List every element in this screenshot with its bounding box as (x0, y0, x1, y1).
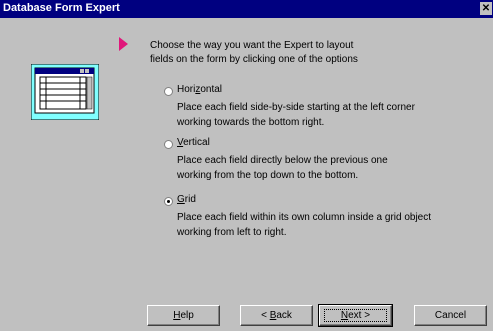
window-title: Database Form Expert (3, 2, 120, 14)
option-vertical-description: Place each field directly below the prev… (177, 155, 388, 181)
pointer-arrow-icon (119, 37, 128, 51)
cancel-button[interactable]: Cancel (414, 305, 487, 326)
option-vertical-label[interactable]: Vertical (177, 137, 210, 148)
option-grid-description: Place each field within its own column i… (177, 212, 432, 238)
radio-grid[interactable] (164, 197, 173, 206)
instruction-text: Choose the way you want the Expert to la… (150, 39, 420, 67)
close-button[interactable]: ✕ (480, 2, 492, 15)
radio-vertical[interactable] (164, 140, 173, 149)
option-grid-label[interactable]: Grid (177, 194, 196, 205)
title-bar: Database Form Expert ✕ (0, 0, 493, 18)
option-horizontal-label[interactable]: Horizontal (177, 84, 222, 95)
back-button[interactable]: < Back (240, 305, 313, 326)
instruction-line-1: Choose the way you want the Expert to la… (150, 40, 354, 51)
help-button[interactable]: Help (147, 305, 220, 326)
radio-horizontal[interactable] (164, 87, 173, 96)
option-horizontal-description: Place each field side-by-side starting a… (177, 102, 415, 128)
close-icon: ✕ (481, 3, 491, 14)
grid-form-preview-icon (31, 64, 99, 120)
next-button[interactable]: Next > (318, 304, 393, 327)
instruction-line-2: fields on the form by clicking one of th… (150, 54, 358, 65)
